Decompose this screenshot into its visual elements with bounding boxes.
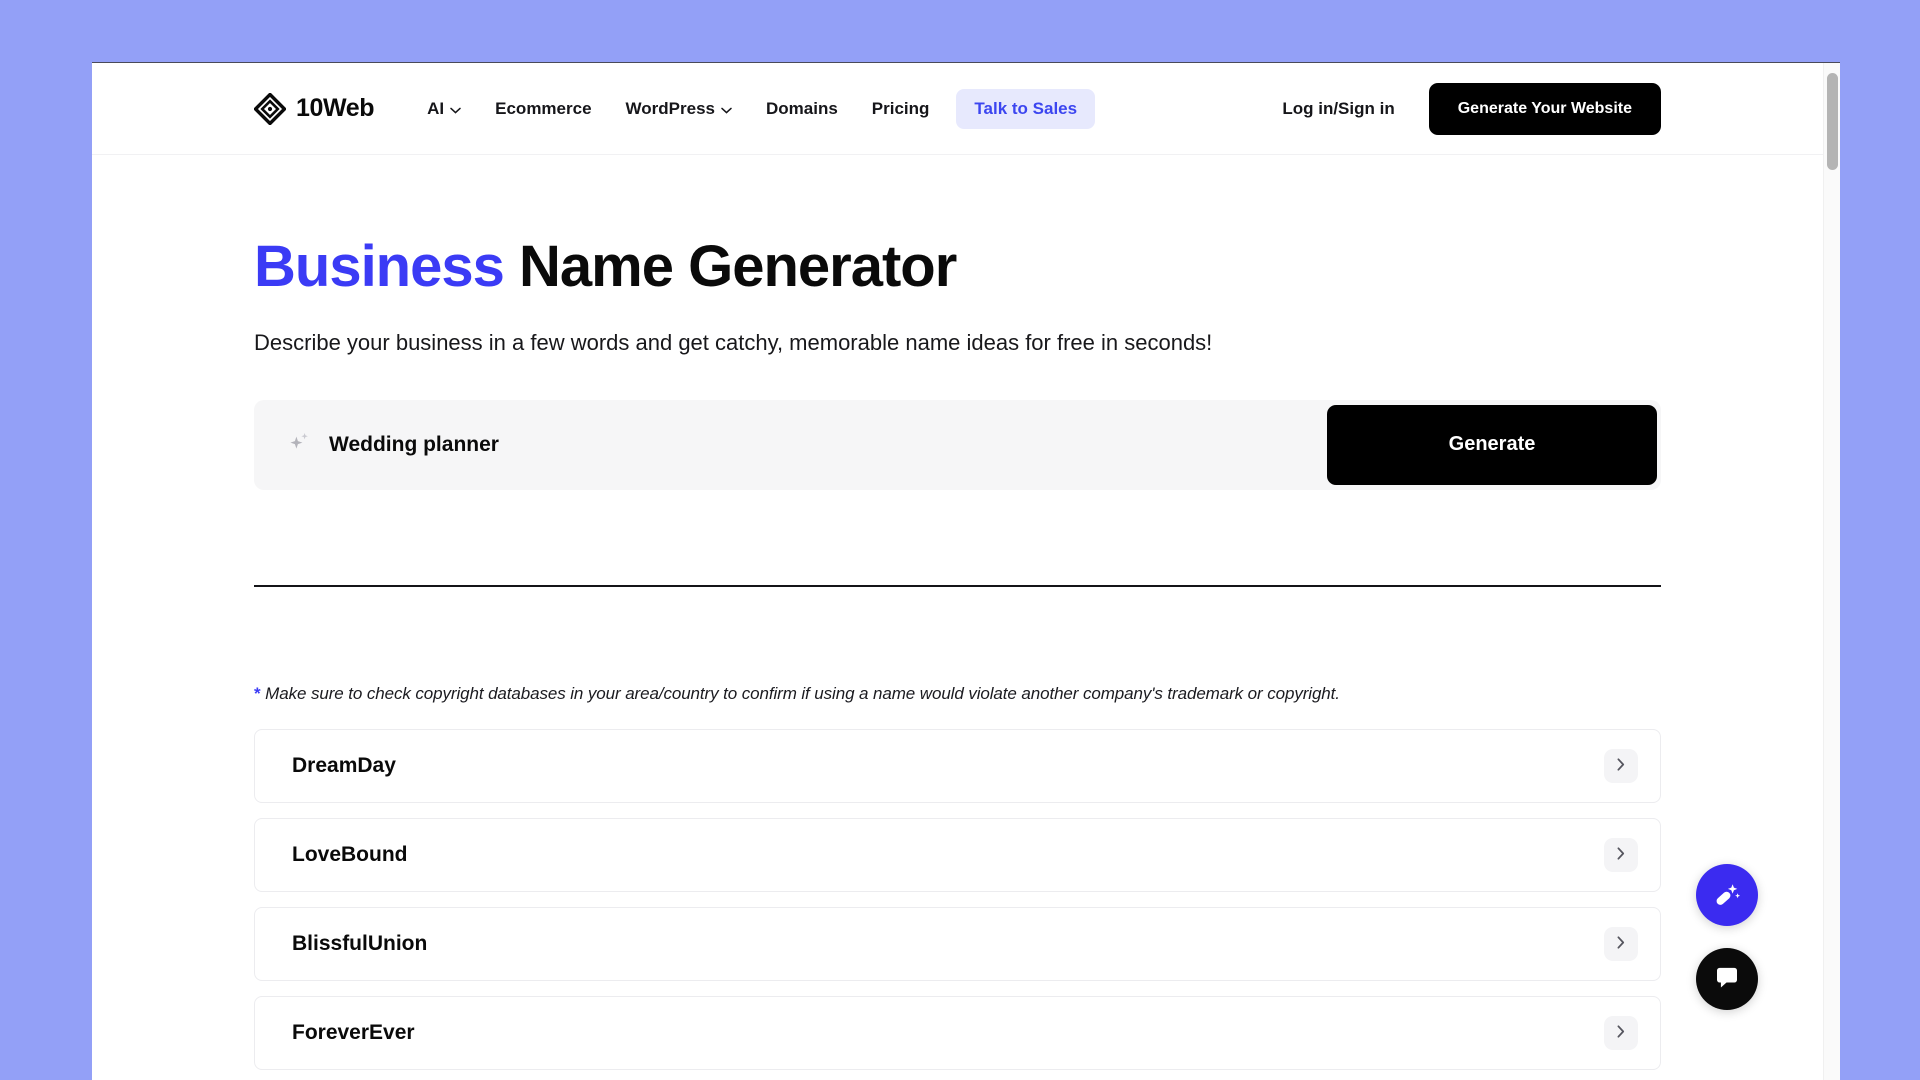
chevron-down-icon — [450, 99, 461, 119]
vertical-scrollbar[interactable] — [1823, 63, 1840, 1080]
brand-logo-link[interactable]: 10Web — [253, 91, 375, 126]
header-actions: Log in/Sign in Generate Your Website — [1282, 82, 1661, 135]
page-title-rest: Name Generator — [503, 234, 957, 299]
page-title: Business Name Generator — [254, 235, 1661, 299]
page-title-accent: Business — [254, 234, 505, 299]
expand-row-button[interactable] — [1604, 926, 1638, 961]
nav-item-label: Domains — [765, 98, 838, 118]
page-content: 10Web AI Ecommerce WordPress Domains Pri… — [92, 63, 1823, 1080]
main-content: Business Name Generator Describe your bu… — [92, 235, 1823, 1070]
copyright-disclaimer-text: Make sure to check copyright databases i… — [260, 683, 1340, 703]
chevron-down-icon — [721, 99, 732, 119]
chevron-right-icon — [1617, 936, 1625, 952]
primary-nav: AI Ecommerce WordPress Domains Pricing T… — [410, 88, 1096, 129]
10web-diamond-logo-icon — [253, 91, 287, 126]
generated-name: DreamDay — [292, 753, 396, 777]
expand-row-button[interactable] — [1604, 748, 1638, 783]
magic-wand-sparkle-icon — [1712, 879, 1742, 912]
nav-item-domains[interactable]: Domains — [749, 90, 855, 128]
sparkles-icon — [288, 430, 312, 459]
chevron-right-icon — [1617, 1025, 1625, 1041]
nav-item-label: WordPress — [625, 98, 715, 118]
copyright-disclaimer: * Make sure to check copyright databases… — [254, 684, 1661, 704]
table-row[interactable]: ForeverEver — [254, 995, 1661, 1070]
generated-name: BlissfulUnion — [292, 931, 428, 955]
nav-item-pricing[interactable]: Pricing — [855, 90, 947, 128]
nav-item-wordpress[interactable]: WordPress — [609, 90, 749, 128]
brand-name: 10Web — [296, 94, 375, 122]
chevron-right-icon — [1617, 847, 1625, 863]
browser-page-sheet: 10Web AI Ecommerce WordPress Domains Pri… — [92, 62, 1840, 1080]
floating-actions — [1696, 864, 1758, 1010]
generated-name: ForeverEver — [292, 1020, 415, 1044]
talk-to-sales-button[interactable]: Talk to Sales — [956, 88, 1096, 129]
generated-name: LoveBound — [292, 842, 408, 866]
login-signin-link[interactable]: Log in/Sign in — [1282, 99, 1394, 119]
generate-your-website-button[interactable]: Generate Your Website — [1428, 82, 1661, 135]
table-row[interactable]: DreamDay — [254, 728, 1661, 803]
nav-item-label: Ecommerce — [495, 98, 592, 118]
nav-item-ai[interactable]: AI — [410, 90, 478, 128]
site-header: 10Web AI Ecommerce WordPress Domains Pri… — [92, 63, 1823, 155]
scrollbar-thumb[interactable] — [1827, 73, 1838, 170]
prompt-bar: Generate — [254, 399, 1661, 490]
chat-fab[interactable] — [1696, 948, 1758, 1010]
page-subtitle: Describe your business in a few words an… — [254, 329, 1213, 355]
expand-row-button[interactable] — [1604, 1015, 1638, 1050]
talk-to-sales-label: Talk to Sales — [974, 98, 1078, 118]
chat-bubble-icon — [1713, 964, 1741, 995]
generate-button[interactable]: Generate — [1327, 404, 1657, 485]
nav-item-ecommerce[interactable]: Ecommerce — [478, 90, 608, 128]
expand-row-button[interactable] — [1604, 837, 1638, 872]
nav-item-label: Pricing — [871, 98, 930, 118]
table-row[interactable]: BlissfulUnion — [254, 906, 1661, 981]
section-divider — [254, 584, 1661, 587]
table-row[interactable]: LoveBound — [254, 817, 1661, 892]
generated-names-list: DreamDay LoveBound BlissfulUnion Forever… — [254, 728, 1661, 1070]
nav-item-label: AI — [427, 98, 445, 118]
chevron-right-icon — [1617, 758, 1625, 774]
ai-assistant-fab[interactable] — [1696, 864, 1758, 926]
